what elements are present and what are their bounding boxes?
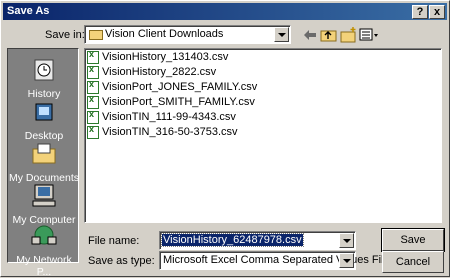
file-name-value: VisionHistory_62487978.csv	[161, 233, 304, 247]
cancel-button[interactable]: Cancel	[382, 251, 444, 273]
chevron-down-icon[interactable]	[339, 253, 354, 268]
place-my-computer[interactable]: My Computer	[8, 183, 80, 226]
window-title: Save As	[7, 5, 50, 17]
csv-file-icon	[87, 49, 99, 64]
new-folder-icon[interactable]	[340, 26, 358, 44]
place-label: My Network P...	[16, 254, 72, 278]
chevron-down-icon[interactable]	[339, 233, 354, 248]
my-documents-icon	[32, 143, 56, 164]
csv-file-icon	[87, 94, 99, 109]
save-as-dialog: Save As ? x Save in: Vision Client Downl…	[0, 0, 450, 278]
save-in-value: Vision Client Downloads	[105, 28, 224, 40]
chevron-down-icon[interactable]	[274, 27, 289, 42]
file-name: VisionTIN_111-99-4343.csv	[102, 111, 236, 123]
place-desktop[interactable]: Desktop	[8, 99, 80, 142]
csv-file-icon	[87, 64, 99, 79]
save-button[interactable]: Save	[381, 228, 445, 252]
folder-icon	[89, 30, 103, 40]
title-bar[interactable]: Save As ? x	[3, 3, 447, 20]
file-name: VisionPort_SMITH_FAMILY.csv	[102, 96, 255, 108]
save-in-label: Save in:	[45, 29, 85, 41]
save-as-type-select[interactable]: Microsoft Excel Comma Separated Values F…	[159, 251, 390, 270]
network-places-icon	[31, 225, 57, 245]
file-name-label: File name:	[88, 235, 140, 247]
history-icon	[34, 59, 54, 81]
place-my-documents[interactable]: My Documents	[8, 141, 80, 184]
up-folder-icon[interactable]	[320, 26, 338, 44]
save-in-combo[interactable]: Vision Client Downloads	[84, 25, 291, 44]
file-name-input[interactable]: VisionHistory_62487978.csv	[159, 231, 356, 250]
file-list[interactable]: VisionHistory_131403.csv VisionHistory_2…	[84, 48, 442, 223]
file-name: VisionHistory_131403.csv	[102, 51, 229, 63]
save-as-type-label: Save as type:	[88, 255, 155, 267]
back-icon[interactable]	[301, 26, 319, 44]
file-name: VisionPort_JONES_FAMILY.csv	[102, 81, 258, 93]
csv-file-icon	[87, 109, 99, 124]
place-network[interactable]: My Network P...	[8, 223, 80, 278]
places-bar: History Desktop My Documents My Computer	[7, 48, 80, 278]
close-button[interactable]: x	[429, 5, 445, 19]
place-history[interactable]: History	[8, 57, 80, 100]
csv-file-icon	[87, 124, 99, 139]
save-as-type-value: Microsoft Excel Comma Separated Values F…	[163, 254, 390, 266]
csv-file-icon	[87, 79, 99, 94]
help-button[interactable]: ?	[412, 5, 428, 19]
views-menu-icon[interactable]	[359, 26, 379, 44]
file-name: VisionHistory_2822.csv	[102, 66, 217, 78]
file-name: VisionTIN_316-50-3753.csv	[102, 126, 238, 138]
my-computer-icon	[32, 184, 56, 207]
desktop-icon	[35, 103, 53, 121]
